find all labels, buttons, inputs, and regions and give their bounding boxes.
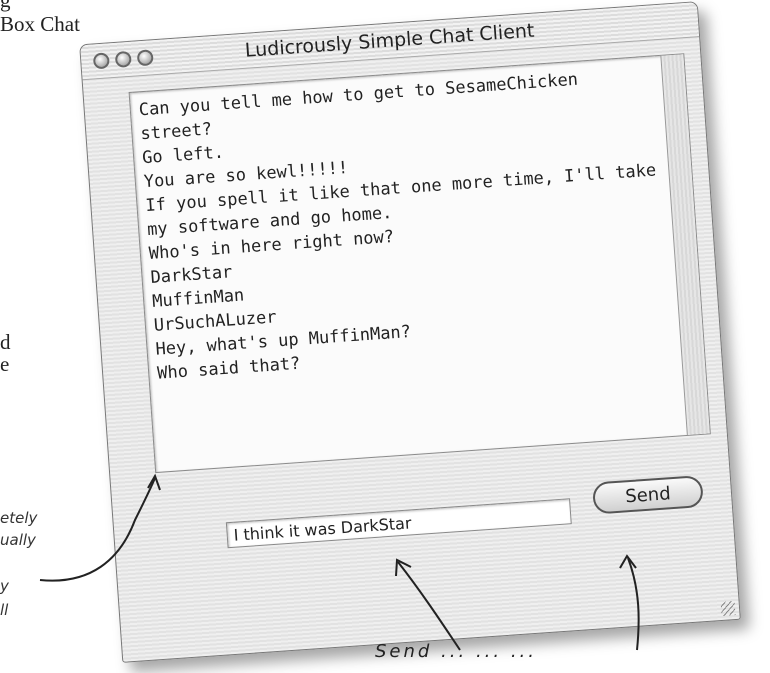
annotation-arrows: [39, 473, 640, 651]
arrow-to-send: [627, 557, 640, 651]
arrowhead-icon: [619, 554, 637, 569]
arrow-to-input: [397, 561, 461, 651]
handwritten-caption: Send ... ... ...: [375, 641, 537, 662]
arrow-to-transcript: [39, 477, 156, 582]
